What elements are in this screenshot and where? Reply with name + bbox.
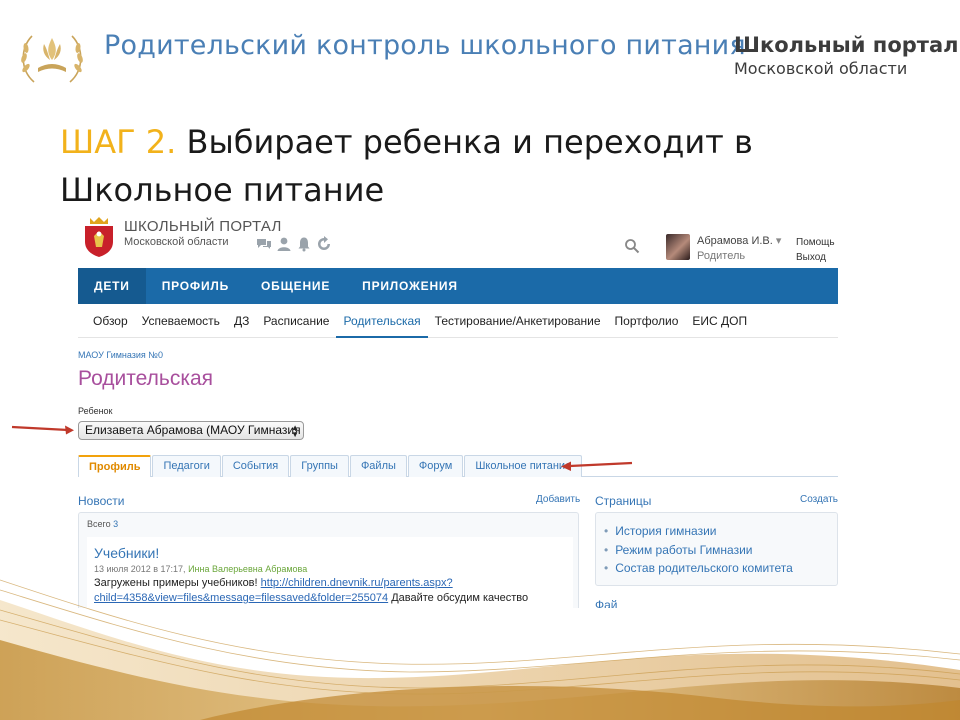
select-arrows-icon: ▲ ▼ [291,423,299,439]
page-link[interactable]: История гимназии [604,522,829,541]
sub-nav-item[interactable]: Успеваемость [135,304,227,338]
site-name-line1: ШКОЛЬНЫЙ ПОРТАЛ [124,218,282,235]
tab-item[interactable]: Педагоги [152,455,221,477]
main-nav: ДЕТИ ПРОФИЛЬ ОБЩЕНИЕ ПРИЛОЖЕНИЯ [78,268,838,304]
slide-title: Родительский контроль школьного питания [104,30,746,61]
page-title: Родительская [78,367,214,390]
pages-create-link[interactable]: Создать [800,494,838,505]
refresh-icon[interactable] [316,236,332,252]
help-links: Помощь Выход [796,235,835,265]
main-nav-item[interactable]: ПРОФИЛЬ [146,268,245,304]
tab-item[interactable]: Форум [407,455,464,477]
chat-icon[interactable] [256,236,272,252]
slide: Родительский контроль школьного питания … [0,0,960,720]
brand-line1: Школьный портал [734,33,959,57]
news-total: Всего 3 [87,519,119,529]
brand-line2: Московской области [734,59,908,78]
avatar[interactable] [666,234,690,260]
sub-nav-item[interactable]: Тестирование/Анкетирование [428,304,608,338]
pages-heading[interactable]: Страницы [595,494,651,508]
main-nav-item[interactable]: ОБЩЕНИЕ [245,268,346,304]
portal-brand: Школьный портал Московской области [734,33,959,78]
user-icon[interactable] [276,236,292,252]
news-heading[interactable]: Новости [78,494,124,508]
tab-item[interactable]: События [221,455,290,477]
laurel-logo-icon [21,35,83,83]
logout-link[interactable]: Выход [796,250,835,265]
tab-item[interactable]: Профиль [78,455,152,477]
user-role: Родитель [697,250,746,262]
breadcrumb[interactable]: МАОУ Гимназия №0 [78,350,163,360]
step-number: ШАГ 2. [60,123,177,161]
profile-tabs: Профиль Педагоги События Группы Файлы Фо… [78,455,838,477]
search-icon[interactable] [624,238,640,254]
page-link[interactable]: Режим работы Гимназии [604,541,829,560]
coat-of-arms-icon [85,217,113,257]
header-icons [256,236,332,252]
sub-nav-item[interactable]: ДЗ [227,304,256,338]
sub-nav-item[interactable]: Портфолио [608,304,686,338]
step-heading: ШАГ 2. Выбирает ребенка и переходит в Шк… [60,118,920,214]
sub-nav: Обзор Успеваемость ДЗ Расписание Родител… [78,304,838,338]
child-select-label: Ребенок [78,406,113,416]
child-select-value: Елизавета Абрамова (МАОУ Гимназия №0) [85,423,304,437]
arrow-to-child-select-icon [11,425,74,435]
gold-wave-decoration [0,579,960,720]
tab-item[interactable]: Группы [290,455,349,477]
user-menu[interactable]: Абрамова И.В. ▾ Родитель [697,234,781,264]
main-nav-item[interactable]: ДЕТИ [78,268,146,304]
news-add-link[interactable]: Добавить [536,494,580,505]
child-select[interactable]: Елизавета Абрамова (МАОУ Гимназия №0) ▲ ▼ [78,421,304,440]
user-name: Абрамова И.В. [697,235,773,247]
help-link[interactable]: Помощь [796,235,835,250]
portal-screenshot: ШКОЛЬНЫЙ ПОРТАЛ Московской области Абрам… [78,206,838,608]
sub-nav-item[interactable]: Расписание [256,304,336,338]
main-nav-item[interactable]: ПРИЛОЖЕНИЯ [346,268,474,304]
news-title[interactable]: Учебники! [94,545,566,561]
chevron-down-icon: ▾ [775,235,782,247]
tab-item[interactable]: Файлы [349,455,407,477]
sub-nav-item[interactable]: Родительская [336,304,428,338]
sub-nav-item[interactable]: ЕИС ДОП [685,304,754,338]
news-total-count[interactable]: 3 [113,519,118,529]
bell-icon[interactable] [296,236,312,252]
sub-nav-item[interactable]: Обзор [86,304,135,338]
arrow-to-meals-tab-icon [561,461,633,471]
